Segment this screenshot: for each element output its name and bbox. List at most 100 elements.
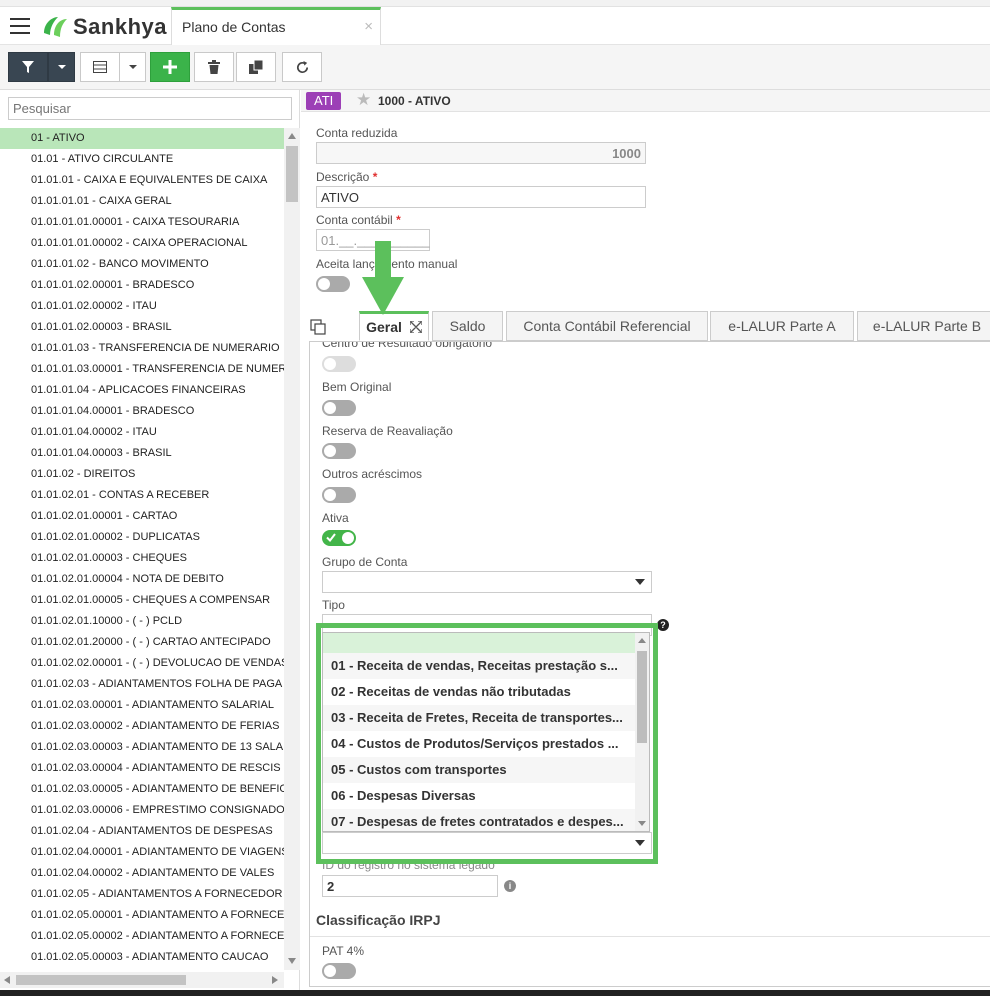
bem-original-toggle[interactable] <box>322 400 356 416</box>
tree-row[interactable]: 01.01.02.04.00001 - ADIANTAMENTO DE VIAG… <box>0 842 284 863</box>
add-button[interactable] <box>150 52 190 82</box>
tree-row[interactable]: 01.01.02.01.00003 - CHEQUES <box>0 548 284 569</box>
tree-row[interactable]: 01.01.02.03.00003 - ADIANTAMENTO DE 13 S… <box>0 737 284 758</box>
duplicate-button[interactable] <box>236 52 276 82</box>
tipo-option[interactable]: 02 - Receitas de vendas não tributadas <box>323 679 636 705</box>
scroll-right-icon[interactable] <box>272 976 278 984</box>
brand-name: Sankhya <box>73 14 167 39</box>
scroll-down-icon[interactable] <box>288 958 296 964</box>
tree-row[interactable]: 01.01.01 - CAIXA E EQUIVALENTES DE CAIXA <box>0 170 284 191</box>
tree-row[interactable]: 01.01.02.03.00004 - ADIANTAMENTO DE RESC… <box>0 758 284 779</box>
tipo-option[interactable]: 05 - Custos com transportes <box>323 757 636 783</box>
help-icon[interactable]: ? <box>657 619 669 631</box>
reserva-reavaliacao-toggle[interactable] <box>322 443 356 459</box>
tree-row[interactable]: 01.01.01.02.00001 - BRADESCO <box>0 275 284 296</box>
tree-row[interactable]: 01.01.02.03 - ADIANTAMENTOS FOLHA DE PAG… <box>0 674 284 695</box>
search-input[interactable] <box>8 97 292 120</box>
scroll-left-icon[interactable] <box>4 976 10 984</box>
centro-resultado-toggle[interactable] <box>322 356 356 372</box>
tree-row[interactable]: 01.01.02.05.00003 - ADIANTAMENTO CAUCAO <box>0 947 284 968</box>
tree-row[interactable]: 01.01.02 - DIREITOS <box>0 464 284 485</box>
grid-view-dropdown-button[interactable] <box>119 52 146 82</box>
tab-conta-contabil-referencial[interactable]: Conta Contábil Referencial <box>506 311 708 341</box>
tab-geral[interactable]: Geral <box>359 311 429 341</box>
id-legado-field[interactable]: 2 <box>322 875 498 897</box>
scroll-up-icon[interactable] <box>288 133 296 139</box>
tipo-option[interactable]: 01 - Receita de vendas, Receitas prestaç… <box>323 653 636 679</box>
tree-row[interactable]: 01.01.01.04.00001 - BRADESCO <box>0 401 284 422</box>
filter-dropdown-button[interactable] <box>48 52 75 82</box>
close-tab-icon[interactable]: × <box>364 18 373 35</box>
tree-row[interactable]: 01.01.02.01.00004 - NOTA DE DEBITO <box>0 569 284 590</box>
tree-row[interactable]: 01.01.01.04.00002 - ITAU <box>0 422 284 443</box>
tab-elalur-parte-a[interactable]: e-LALUR Parte A <box>710 311 854 341</box>
bottom-bar <box>0 990 990 996</box>
expand-icon[interactable] <box>409 321 422 333</box>
form-tabs: Geral Saldo Conta Contábil Referencial e… <box>309 311 990 342</box>
tipo-option[interactable]: 07 - Despesas de fretes contratados e de… <box>323 809 636 831</box>
tab-elalur-parte-b[interactable]: e-LALUR Parte B <box>857 311 990 341</box>
tree-row[interactable]: 01.01.02.01.00002 - DUPLICATAS <box>0 527 284 548</box>
favorite-star-icon[interactable]: ★ <box>356 90 371 110</box>
conta-contabil-field[interactable]: 01.__.__________ <box>316 229 430 251</box>
tree-row[interactable]: 01.01.01.01.00001 - CAIXA TESOURARIA <box>0 212 284 233</box>
grid-view-button[interactable] <box>80 52 120 82</box>
tree-row[interactable]: 01.01.02.01 - CONTAS A RECEBER <box>0 485 284 506</box>
grupo-conta-select[interactable] <box>322 571 652 593</box>
tree-row[interactable]: 01.01.02.02.00001 - ( - ) DEVOLUCAO DE V… <box>0 653 284 674</box>
tipo-option[interactable]: 03 - Receita de Fretes, Receita de trans… <box>323 705 636 731</box>
scrollbar-thumb[interactable] <box>637 651 647 743</box>
tipo-option[interactable]: 06 - Despesas Diversas <box>323 783 636 809</box>
tipo-option-empty[interactable] <box>323 633 636 653</box>
tree-row[interactable]: 01.01.02.01.00005 - CHEQUES A COMPENSAR <box>0 590 284 611</box>
tree-row[interactable]: 01.01.01.02 - BANCO MOVIMENTO <box>0 254 284 275</box>
tipo-option[interactable]: 04 - Custos de Produtos/Serviços prestad… <box>323 731 636 757</box>
scrollbar-thumb[interactable] <box>286 146 298 202</box>
tree-horizontal-scrollbar[interactable] <box>0 972 284 988</box>
delete-button[interactable] <box>194 52 234 82</box>
scroll-up-icon[interactable] <box>638 638 646 643</box>
tipo-select-bottom[interactable] <box>322 832 652 854</box>
chevron-down-icon <box>635 579 645 585</box>
tree-row[interactable]: 01.01.02.03.00005 - ADIANTAMENTO DE BENE… <box>0 779 284 800</box>
dropdown-scrollbar[interactable] <box>635 633 649 831</box>
record-header: ATI ★ 1000 - ATIVO <box>301 90 990 112</box>
pat-toggle[interactable] <box>322 963 356 979</box>
tree-row[interactable]: 01.01.02.01.20000 - ( - ) CARTAO ANTECIP… <box>0 632 284 653</box>
refresh-button[interactable] <box>282 52 322 82</box>
tree-row[interactable]: 01.01.01.01 - CAIXA GERAL <box>0 191 284 212</box>
tab-saldo[interactable]: Saldo <box>432 311 503 341</box>
tree-row[interactable]: 01.01.02.05.00002 - ADIANTAMENTO A FORNE… <box>0 926 284 947</box>
classificacao-irpj-heading: Classificação IRPJ <box>316 912 441 928</box>
tree-row[interactable]: 01.01.02.01.00001 - CARTAO <box>0 506 284 527</box>
record-form-panel: ATI ★ 1000 - ATIVO Conta reduzida 1000 D… <box>301 90 990 990</box>
descricao-field[interactable]: ATIVO <box>316 186 646 208</box>
tree-row[interactable]: 01.01.02.03.00002 - ADIANTAMENTO DE FERI… <box>0 716 284 737</box>
tree-row[interactable]: 01.01.01.04.00003 - BRASIL <box>0 443 284 464</box>
tab-plano-de-contas[interactable]: Plano de Contas × <box>171 7 381 45</box>
tree-row[interactable]: 01.01 - ATIVO CIRCULANTE <box>0 149 284 170</box>
tree-row[interactable]: 01.01.02.05.00001 - ADIANTAMENTO A FORNE… <box>0 905 284 926</box>
filter-button[interactable] <box>8 52 48 82</box>
scrollbar-thumb[interactable] <box>16 975 186 985</box>
scroll-down-icon[interactable] <box>638 821 646 826</box>
tree-row[interactable]: 01.01.01.04 - APLICACOES FINANCEIRAS <box>0 380 284 401</box>
tree-row[interactable]: 01.01.02.03.00006 - EMPRESTIMO CONSIGNAD… <box>0 800 284 821</box>
menu-icon[interactable] <box>10 18 30 34</box>
tree-row[interactable]: 01.01.02.04 - ADIANTAMENTOS DE DESPESAS <box>0 821 284 842</box>
outros-acrescimos-toggle[interactable] <box>322 487 356 503</box>
info-icon[interactable]: i <box>504 880 516 892</box>
tree-row[interactable]: 01.01.01.01.00002 - CAIXA OPERACIONAL <box>0 233 284 254</box>
tree-row[interactable]: 01.01.02.03.00001 - ADIANTAMENTO SALARIA… <box>0 695 284 716</box>
tree-row[interactable]: 01.01.02.05 - ADIANTAMENTOS A FORNECEDOR <box>0 884 284 905</box>
tree-row[interactable]: 01.01.02.01.10000 - ( - ) PCLD <box>0 611 284 632</box>
tree-row[interactable]: 01.01.01.03.00001 - TRANSFERENCIA DE NUM… <box>0 359 284 380</box>
tree-row[interactable]: 01.01.01.02.00002 - ITAU <box>0 296 284 317</box>
tree-vertical-scrollbar[interactable] <box>284 128 300 970</box>
tree-row[interactable]: 01.01.01.03 - TRANSFERENCIA DE NUMERARIO <box>0 338 284 359</box>
aceita-lancamento-toggle[interactable] <box>316 276 350 292</box>
tree-row[interactable]: 01.01.02.04.00002 - ADIANTAMENTO DE VALE… <box>0 863 284 884</box>
tree-row[interactable]: 01 - ATIVO <box>0 128 284 149</box>
tree-row[interactable]: 01.01.01.02.00003 - BRASIL <box>0 317 284 338</box>
ativa-toggle[interactable] <box>322 530 356 546</box>
